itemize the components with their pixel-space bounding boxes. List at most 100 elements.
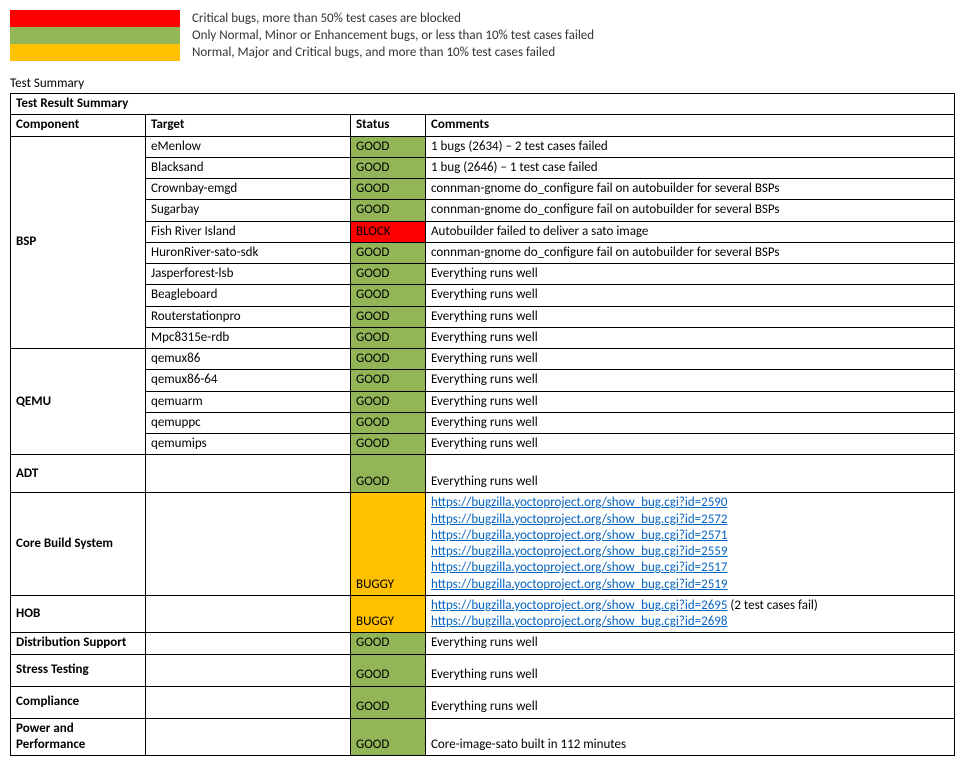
comment-cell: Everything runs well — [426, 264, 955, 285]
status-cell: GOOD — [351, 455, 426, 493]
status-cell: GOOD — [351, 157, 426, 178]
comment-cell: connman-gnome do_configure fail on autob… — [426, 242, 955, 263]
header-component: Component — [11, 115, 146, 136]
component-adt: ADT — [11, 455, 146, 493]
legend-swatch-green — [10, 27, 180, 44]
table-row: Fish River Island BLOCK Autobuilder fail… — [11, 221, 955, 242]
comment-cell: Everything runs well — [426, 370, 955, 391]
component-dist: Distribution Support — [11, 633, 146, 654]
legend-row-buggy: Normal, Major and Critical bugs, and mor… — [10, 44, 958, 61]
target-cell — [146, 633, 351, 654]
section-title: Test Summary — [10, 76, 958, 91]
header-comments: Comments — [426, 115, 955, 136]
table-row: Mpc8315e-rdb GOOD Everything runs well — [11, 327, 955, 348]
target-cell: eMenlow — [146, 136, 351, 157]
bug-link[interactable]: https://bugzilla.yoctoproject.org/show_b… — [431, 512, 727, 527]
comment-cell: Autobuilder failed to deliver a sato ima… — [426, 221, 955, 242]
status-cell: GOOD — [351, 179, 426, 200]
table-row: Beagleboard GOOD Everything runs well — [11, 285, 955, 306]
legend-row-critical: Critical bugs, more than 50% test cases … — [10, 10, 958, 27]
status-cell: BUGGY — [351, 493, 426, 596]
status-cell: BLOCK — [351, 221, 426, 242]
target-cell: Sugarbay — [146, 200, 351, 221]
legend-text-buggy: Normal, Major and Critical bugs, and mor… — [192, 45, 555, 60]
table-title: Test Result Summary — [11, 94, 955, 115]
target-cell: Mpc8315e-rdb — [146, 327, 351, 348]
header-status: Status — [351, 115, 426, 136]
table-row: Compliance GOOD Everything runs well — [11, 686, 955, 718]
bug-link[interactable]: https://bugzilla.yoctoproject.org/show_b… — [431, 614, 727, 629]
table-row: qemuarm GOOD Everything runs well — [11, 391, 955, 412]
status-cell: GOOD — [351, 718, 426, 756]
status-cell: GOOD — [351, 200, 426, 221]
comment-cell-links: https://bugzilla.yoctoproject.org/show_b… — [426, 493, 955, 596]
target-cell — [146, 718, 351, 756]
status-cell: GOOD — [351, 633, 426, 654]
table-row: QEMU qemux86 GOOD Everything runs well — [11, 349, 955, 370]
table-row: qemumips GOOD Everything runs well — [11, 434, 955, 455]
component-power: Power and Performance — [11, 718, 146, 756]
comment-cell: Everything runs well — [426, 349, 955, 370]
table-header-row: Component Target Status Comments — [11, 115, 955, 136]
table-row: Blacksand GOOD 1 bug (2646) – 1 test cas… — [11, 157, 955, 178]
comment-cell: connman-gnome do_configure fail on autob… — [426, 179, 955, 200]
target-cell: Crownbay-emgd — [146, 179, 351, 200]
status-cell: GOOD — [351, 349, 426, 370]
target-cell — [146, 595, 351, 633]
comment-cell-links: https://bugzilla.yoctoproject.org/show_b… — [426, 595, 955, 633]
target-cell: qemuppc — [146, 412, 351, 433]
component-compliance: Compliance — [11, 686, 146, 718]
bug-link[interactable]: https://bugzilla.yoctoproject.org/show_b… — [431, 495, 727, 510]
comment-cell: Core-image-sato built in 112 minutes — [426, 718, 955, 756]
legend-swatch-orange — [10, 44, 180, 61]
comment-cell: Everything runs well — [426, 412, 955, 433]
comment-cell: Everything runs well — [426, 686, 955, 718]
bug-link[interactable]: https://bugzilla.yoctoproject.org/show_b… — [431, 577, 727, 592]
component-bsp: BSP — [11, 136, 146, 349]
status-cell: GOOD — [351, 264, 426, 285]
status-cell: GOOD — [351, 654, 426, 686]
target-cell: Jasperforest-lsb — [146, 264, 351, 285]
bug-link[interactable]: https://bugzilla.yoctoproject.org/show_b… — [431, 544, 727, 559]
comment-cell: Everything runs well — [426, 654, 955, 686]
target-cell — [146, 686, 351, 718]
target-cell: Beagleboard — [146, 285, 351, 306]
bug-link[interactable]: https://bugzilla.yoctoproject.org/show_b… — [431, 528, 727, 543]
table-row: Stress Testing GOOD Everything runs well — [11, 654, 955, 686]
table-row: HOB BUGGY https://bugzilla.yoctoproject.… — [11, 595, 955, 633]
target-cell: qemux86-64 — [146, 370, 351, 391]
comment-cell: Everything runs well — [426, 633, 955, 654]
target-cell — [146, 493, 351, 596]
table-row: Distribution Support GOOD Everything run… — [11, 633, 955, 654]
status-cell: GOOD — [351, 434, 426, 455]
status-cell: GOOD — [351, 242, 426, 263]
table-row: BSP eMenlow GOOD 1 bugs (2634) – 2 test … — [11, 136, 955, 157]
table-row: Core Build System BUGGY https://bugzilla… — [11, 493, 955, 596]
target-cell — [146, 455, 351, 493]
comment-cell: Everything runs well — [426, 327, 955, 348]
table-row: Power and Performance GOOD Core-image-sa… — [11, 718, 955, 756]
target-cell: Fish River Island — [146, 221, 351, 242]
status-cell: BUGGY — [351, 595, 426, 633]
comment-cell: Everything runs well — [426, 391, 955, 412]
legend-row-normal: Only Normal, Minor or Enhancement bugs, … — [10, 27, 958, 44]
target-cell: qemumips — [146, 434, 351, 455]
comment-cell: Everything runs well — [426, 455, 955, 493]
table-row: qemuppc GOOD Everything runs well — [11, 412, 955, 433]
summary-table: Test Result Summary Component Target Sta… — [10, 93, 955, 756]
component-hob: HOB — [11, 595, 146, 633]
bug-link[interactable]: https://bugzilla.yoctoproject.org/show_b… — [431, 560, 727, 575]
comment-cell: Everything runs well — [426, 285, 955, 306]
component-stress: Stress Testing — [11, 654, 146, 686]
status-cell: GOOD — [351, 136, 426, 157]
target-cell: qemuarm — [146, 391, 351, 412]
table-row: ADT GOOD Everything runs well — [11, 455, 955, 493]
status-cell: GOOD — [351, 370, 426, 391]
comment-cell: 1 bug (2646) – 1 test case failed — [426, 157, 955, 178]
bug-link[interactable]: https://bugzilla.yoctoproject.org/show_b… — [431, 598, 727, 613]
status-cell: GOOD — [351, 285, 426, 306]
table-row: Crownbay-emgd GOOD connman-gnome do_conf… — [11, 179, 955, 200]
link-suffix: (2 test cases fail) — [727, 598, 817, 613]
comment-cell: connman-gnome do_configure fail on autob… — [426, 200, 955, 221]
status-cell: GOOD — [351, 412, 426, 433]
